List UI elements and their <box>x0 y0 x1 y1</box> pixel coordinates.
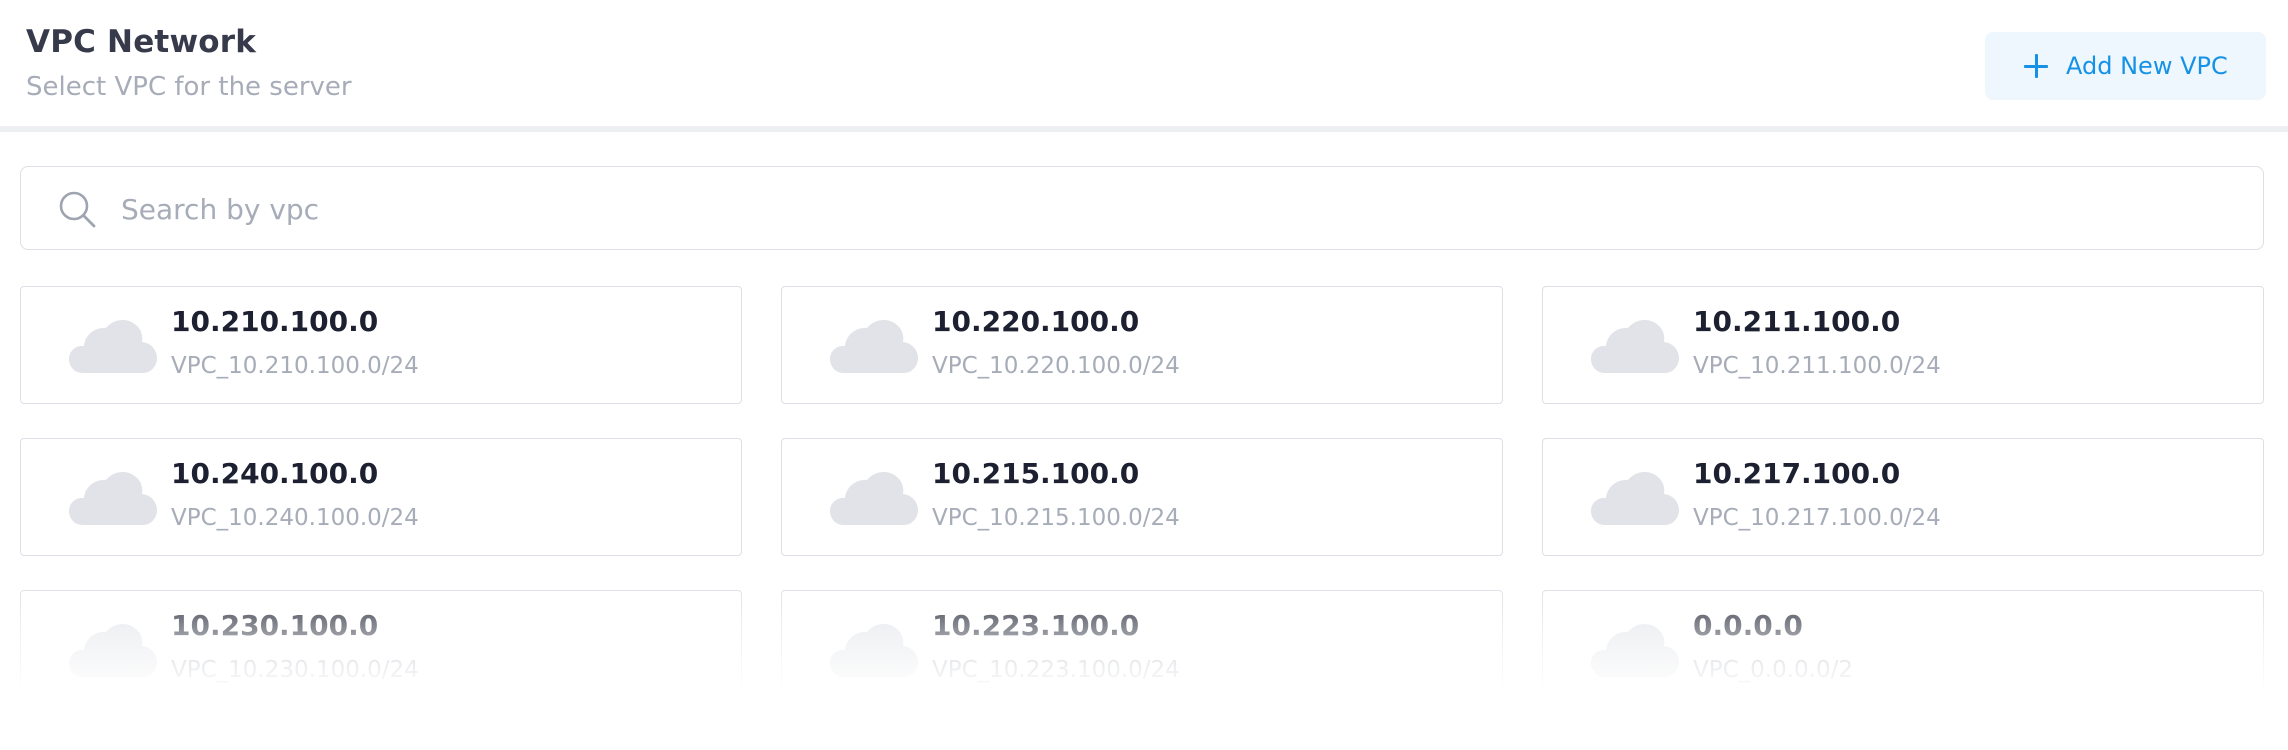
vpc-name: VPC_0.0.0.0/2 <box>1693 657 1854 683</box>
vpc-name: VPC_10.220.100.0/24 <box>932 353 1180 379</box>
vpc-card[interactable]: 10.215.100.0 VPC_10.215.100.0/24 <box>781 438 1503 556</box>
vpc-cidr: 10.230.100.0 <box>171 609 379 642</box>
vpc-grid: 10.210.100.0 VPC_10.210.100.0/24 10.220.10… <box>20 286 2264 700</box>
vpc-name: VPC_10.215.100.0/24 <box>932 505 1180 531</box>
header-divider <box>0 126 2288 132</box>
vpc-name: VPC_10.217.100.0/24 <box>1693 505 1941 531</box>
cloud-icon <box>1591 467 1679 527</box>
page-subtitle: Select VPC for the server <box>26 72 352 102</box>
vpc-network-panel: VPC Network Select VPC for the server Ad… <box>0 0 2288 750</box>
cloud-icon <box>830 315 918 375</box>
cloud-icon <box>69 315 157 375</box>
vpc-card[interactable]: 10.240.100.0 VPC_10.240.100.0/24 <box>20 438 742 556</box>
cloud-icon <box>69 467 157 527</box>
add-new-vpc-label: Add New VPC <box>2066 52 2228 80</box>
vpc-name: VPC_10.210.100.0/24 <box>171 353 419 379</box>
vpc-card[interactable]: 10.211.100.0 VPC_10.211.100.0/24 <box>1542 286 2264 404</box>
vpc-card[interactable]: 0.0.0.0 VPC_0.0.0.0/2 <box>1542 590 2264 700</box>
vpc-cidr: 10.211.100.0 <box>1693 305 1901 338</box>
vpc-name: VPC_10.211.100.0/24 <box>1693 353 1941 379</box>
vpc-cidr: 0.0.0.0 <box>1693 609 1803 642</box>
vpc-name: VPC_10.223.100.0/24 <box>932 657 1180 683</box>
search-input[interactable] <box>119 181 2223 237</box>
vpc-card[interactable]: 10.230.100.0 VPC_10.230.100.0/24 <box>20 590 742 700</box>
search-icon <box>59 191 96 228</box>
cloud-icon <box>69 619 157 679</box>
vpc-cidr: 10.215.100.0 <box>932 457 1140 490</box>
vpc-cidr: 10.223.100.0 <box>932 609 1140 642</box>
vpc-name: VPC_10.230.100.0/24 <box>171 657 419 683</box>
vpc-card[interactable]: 10.217.100.0 VPC_10.217.100.0/24 <box>1542 438 2264 556</box>
vpc-cidr: 10.220.100.0 <box>932 305 1140 338</box>
cloud-icon <box>830 619 918 679</box>
vpc-card[interactable]: 10.210.100.0 VPC_10.210.100.0/24 <box>20 286 742 404</box>
cloud-icon <box>1591 619 1679 679</box>
vpc-cidr: 10.217.100.0 <box>1693 457 1901 490</box>
plus-icon <box>2024 54 2048 78</box>
search-box[interactable] <box>20 166 2264 250</box>
vpc-cidr: 10.210.100.0 <box>171 305 379 338</box>
vpc-card[interactable]: 10.220.100.0 VPC_10.220.100.0/24 <box>781 286 1503 404</box>
vpc-name: VPC_10.240.100.0/24 <box>171 505 419 531</box>
cloud-icon <box>1591 315 1679 375</box>
vpc-card[interactable]: 10.223.100.0 VPC_10.223.100.0/24 <box>781 590 1503 700</box>
page-title: VPC Network <box>26 24 257 60</box>
add-new-vpc-button[interactable]: Add New VPC <box>1985 32 2266 100</box>
cloud-icon <box>830 467 918 527</box>
vpc-cidr: 10.240.100.0 <box>171 457 379 490</box>
panel-header: VPC Network Select VPC for the server Ad… <box>0 0 2288 126</box>
